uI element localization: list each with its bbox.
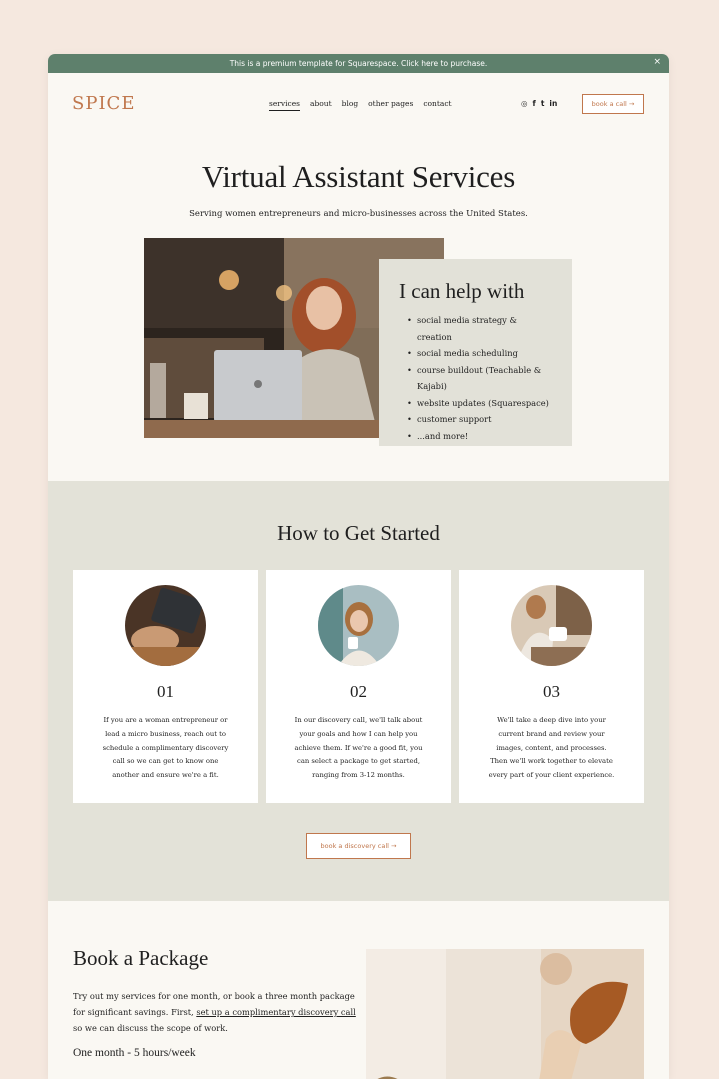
step-2-photo [318,585,399,666]
linkedin-icon[interactable]: in [549,99,557,108]
main-menu: services about blog other pages contact [269,99,452,111]
step-text: If you are a woman entrepreneur or lead … [102,716,229,780]
step-3-photo [511,585,592,666]
package-subheading: One month - 5 hours/week [73,1047,196,1059]
site-logo[interactable]: SPICE [72,93,135,114]
list-item: course buildout (Teachable & Kajabi) [399,362,552,395]
nav-item-contact[interactable]: contact [423,99,451,111]
list-item: customer support [399,411,552,428]
package-image [366,949,644,1079]
intro-text-end: so we can discuss the scope of work. [73,1023,228,1033]
get-started-section: How to Get Started 01 If you are a woman… [48,481,669,901]
premium-banner[interactable]: This is a premium template for Squarespa… [48,54,669,73]
list-item: ...and more! [399,428,552,445]
step-text: In our discovery call, we'll talk about … [294,716,423,780]
help-title: I can help with [399,279,525,303]
list-item: social media scheduling [399,345,552,362]
page-subtitle: Serving women entrepreneurs and micro-bu… [189,209,528,219]
nav-item-other-pages[interactable]: other pages [368,99,413,111]
page-title: Virtual Assistant Services [201,159,516,194]
twitter-icon[interactable]: t [541,99,545,108]
browser-frame: This is a premium template for Squarespa… [48,54,669,1079]
step-card-1: 01 If you are a woman entrepreneur or le… [73,570,258,803]
help-with-box: I can help with social media strategy & … [379,259,572,446]
package-intro: Try out my services for one month, or bo… [73,988,363,1036]
step-number: 02 [350,682,367,701]
section-title: Book a Package [73,946,209,970]
list-item: social media strategy & creation [399,312,552,345]
step-text: We'll take a deep dive into your current… [488,716,615,780]
nav-item-about[interactable]: about [310,99,332,111]
social-links: ◎ f t in [521,99,557,108]
list-item: website updates (Squarespace) [399,395,552,412]
instagram-icon[interactable]: ◎ [521,99,528,108]
step-card-3: 03 We'll take a deep dive into your curr… [459,570,644,803]
site-header: SPICE services about blog other pages co… [48,73,669,133]
step-number: 01 [157,682,174,701]
nav-item-services[interactable]: services [269,99,300,111]
help-list: social media strategy & creation social … [399,312,552,444]
discovery-call-link[interactable]: set up a complimentary discovery call [196,1007,356,1017]
book-discovery-call-button[interactable]: book a discovery call → [306,833,411,859]
section-title: How to Get Started [277,521,440,545]
close-icon[interactable]: × [653,57,661,67]
step-number: 03 [543,682,560,701]
book-package-section: Book a Package Try out my services for o… [48,901,669,1079]
step-1-photo [125,585,206,666]
facebook-icon[interactable]: f [533,99,536,108]
nav-item-blog[interactable]: blog [342,99,359,111]
book-a-call-button[interactable]: book a call → [582,94,644,114]
step-card-2: 02 In our discovery call, we'll talk abo… [266,570,451,803]
banner-text[interactable]: This is a premium template for Squarespa… [230,59,488,68]
